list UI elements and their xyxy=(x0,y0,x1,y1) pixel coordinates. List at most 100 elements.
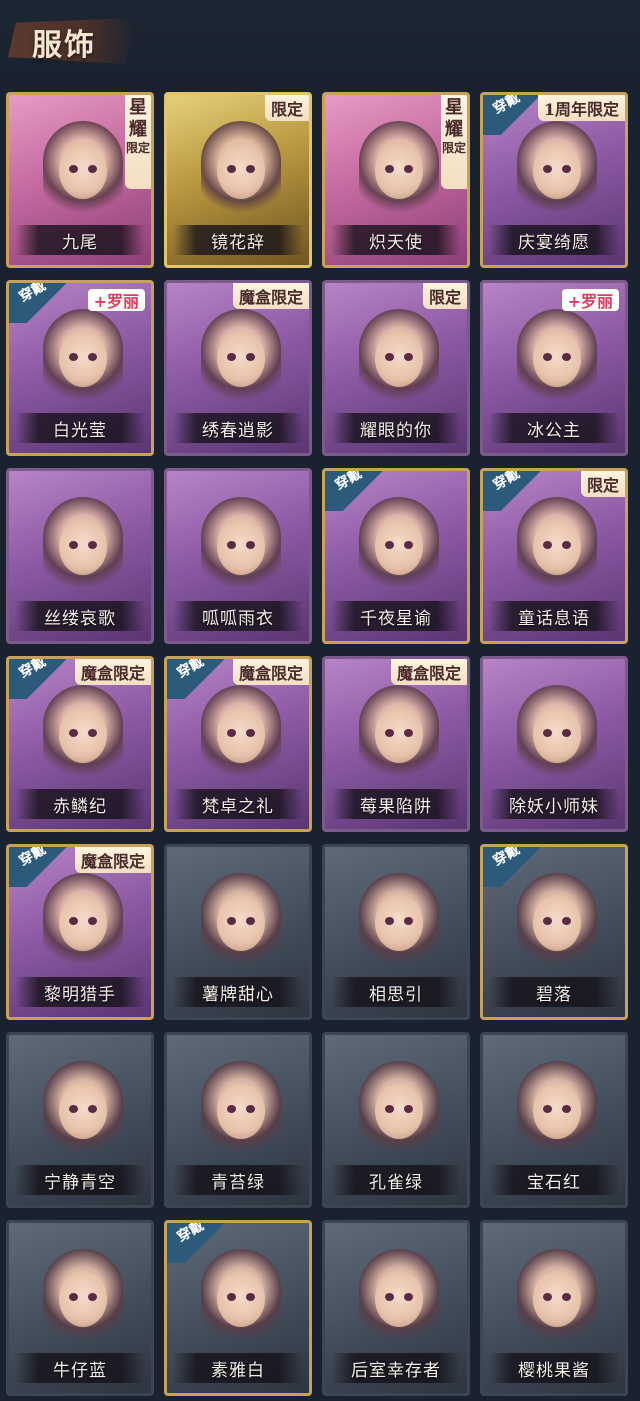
costume-card[interactable]: 孔雀绿 xyxy=(322,1032,470,1208)
character-eye-left xyxy=(543,729,552,737)
costume-nameplate: 碧落 xyxy=(489,977,619,1007)
character-eye-left xyxy=(227,165,236,173)
costume-card[interactable]: 薯牌甜心 xyxy=(164,844,312,1020)
character-eye-left xyxy=(543,1293,552,1301)
costume-name: 丝缕哀歌 xyxy=(44,608,116,629)
worn-badge-label: 穿戴 xyxy=(16,656,49,682)
costume-nameplate: 白光莹 xyxy=(15,413,145,443)
costume-name: 宝石红 xyxy=(527,1172,581,1193)
character-face xyxy=(59,519,107,575)
rarity-badge: 星耀限定 xyxy=(441,95,467,189)
worn-badge: 穿戴 xyxy=(325,471,389,511)
costume-name: 相思引 xyxy=(369,984,423,1005)
worn-badge-label: 穿戴 xyxy=(332,468,365,494)
costume-nameplate: 青苔绿 xyxy=(173,1165,303,1195)
costume-card[interactable]: 魔盒限定绣春逍影 xyxy=(164,280,312,456)
costume-card[interactable]: 限定 镜花辞 xyxy=(164,92,312,268)
costume-name: 牛仔蓝 xyxy=(53,1360,107,1381)
costume-card[interactable]: 呱呱雨衣 xyxy=(164,468,312,644)
costume-card[interactable]: +罗丽 冰公主 xyxy=(480,280,628,456)
costume-nameplate: 丝缕哀歌 xyxy=(15,601,145,631)
character-face xyxy=(375,895,423,951)
costume-name: 绣春逍影 xyxy=(202,420,274,441)
character-eye-right xyxy=(246,1105,255,1113)
character-eye-left xyxy=(385,541,394,549)
costume-name: 青苔绿 xyxy=(211,1172,265,1193)
costume-card[interactable]: 穿戴 1周年限定 庆宴绮愿 xyxy=(480,92,628,268)
costume-nameplate: 后室幸存者 xyxy=(331,1353,461,1383)
character-face xyxy=(533,895,581,951)
costume-card[interactable]: 穿戴 限定 童话息语 xyxy=(480,468,628,644)
character-face xyxy=(59,143,107,199)
costume-card[interactable]: 宝石红 xyxy=(480,1032,628,1208)
character-eye-left xyxy=(69,353,78,361)
costume-card[interactable]: 魔盒限定 莓果陷阱 xyxy=(322,656,470,832)
worn-badge: 穿戴 xyxy=(9,659,73,699)
costume-nameplate: 素雅白 xyxy=(173,1353,303,1383)
costume-card[interactable]: 穿戴 碧落 xyxy=(480,844,628,1020)
character-face xyxy=(59,895,107,951)
character-eye-left xyxy=(69,165,78,173)
costume-nameplate: 樱桃果酱 xyxy=(489,1353,619,1383)
character-face xyxy=(217,1083,265,1139)
costume-card[interactable]: 青苔绿 xyxy=(164,1032,312,1208)
character-eye-left xyxy=(543,541,552,549)
costume-card[interactable]: 穿戴 千夜星谕 xyxy=(322,468,470,644)
worn-badge: 穿戴 xyxy=(167,659,231,699)
costume-card[interactable]: 限定 耀眼的你 xyxy=(322,280,470,456)
rarity-badge: 魔盒限定 xyxy=(390,659,467,685)
costume-card[interactable]: 穿戴 +罗丽 白光莹 xyxy=(6,280,154,456)
costume-card[interactable]: 宁静青空 xyxy=(6,1032,154,1208)
costume-name: 梵卓之礼 xyxy=(202,796,274,817)
costume-card[interactable]: 樱桃果酱 xyxy=(480,1220,628,1396)
character-eye-left xyxy=(227,729,236,737)
character-eye-right xyxy=(88,1293,97,1301)
rarity-badge: 魔盒限定 xyxy=(232,283,309,309)
rarity-badge: 1周年限定 xyxy=(537,95,625,121)
costume-nameplate: 炽天使 xyxy=(331,225,461,255)
costume-nameplate: 耀眼的你 xyxy=(331,413,461,443)
character-face xyxy=(375,331,423,387)
costume-card[interactable]: 星耀限定炽天使 xyxy=(322,92,470,268)
character-eye-left xyxy=(227,541,236,549)
character-eye-right xyxy=(88,917,97,925)
costume-card[interactable]: 穿戴 魔盒限定赤鳞纪 xyxy=(6,656,154,832)
character-eye-right xyxy=(88,165,97,173)
character-eye-left xyxy=(385,917,394,925)
costume-card[interactable]: 星耀限定 九尾 xyxy=(6,92,154,268)
costume-grid: 星耀限定 九尾 限定 镜花辞星耀限定 炽天使 穿戴 1周年限定 庆宴绮愿 穿戴 +罗丽 白光莹 魔盒限… xyxy=(0,80,640,1401)
character-eye-left xyxy=(69,729,78,737)
costume-nameplate: 黎明猎手 xyxy=(15,977,145,1007)
character-face xyxy=(533,519,581,575)
costume-card[interactable]: 穿戴 魔盒限定 梵卓之礼 xyxy=(164,656,312,832)
character-eye-right xyxy=(404,1105,413,1113)
page-title: 服饰 xyxy=(32,28,96,63)
costume-name: 素雅白 xyxy=(211,1360,265,1381)
character-face xyxy=(375,707,423,763)
costume-card[interactable]: 除妖小师妹 xyxy=(480,656,628,832)
rarity-badge: 魔盒限定 xyxy=(74,659,151,685)
character-face xyxy=(375,1083,423,1139)
costume-card[interactable]: 穿戴 素雅白 xyxy=(164,1220,312,1396)
character-face xyxy=(217,1271,265,1327)
character-eye-left xyxy=(543,917,552,925)
costume-name: 冰公主 xyxy=(527,420,581,441)
costume-card[interactable]: 穿戴 魔盒限定 黎明猎手 xyxy=(6,844,154,1020)
rarity-badge: 星耀限定 xyxy=(125,95,151,189)
character-face xyxy=(375,519,423,575)
costume-name: 樱桃果酱 xyxy=(518,1360,590,1381)
costume-card[interactable]: 后室幸存者 xyxy=(322,1220,470,1396)
character-face xyxy=(533,1083,581,1139)
costume-card[interactable]: 丝缕哀歌 xyxy=(6,468,154,644)
character-eye-left xyxy=(543,1105,552,1113)
costume-name: 赤鳞纪 xyxy=(53,796,107,817)
character-eye-right xyxy=(246,165,255,173)
character-face xyxy=(375,1271,423,1327)
costume-card[interactable]: 牛仔蓝 xyxy=(6,1220,154,1396)
collab-badge: +罗丽 xyxy=(87,289,145,311)
costume-nameplate: 呱呱雨衣 xyxy=(173,601,303,631)
costume-nameplate: 宝石红 xyxy=(489,1165,619,1195)
costume-card[interactable]: 相思引 xyxy=(322,844,470,1020)
costume-nameplate: 相思引 xyxy=(331,977,461,1007)
costume-nameplate: 赤鳞纪 xyxy=(15,789,145,819)
